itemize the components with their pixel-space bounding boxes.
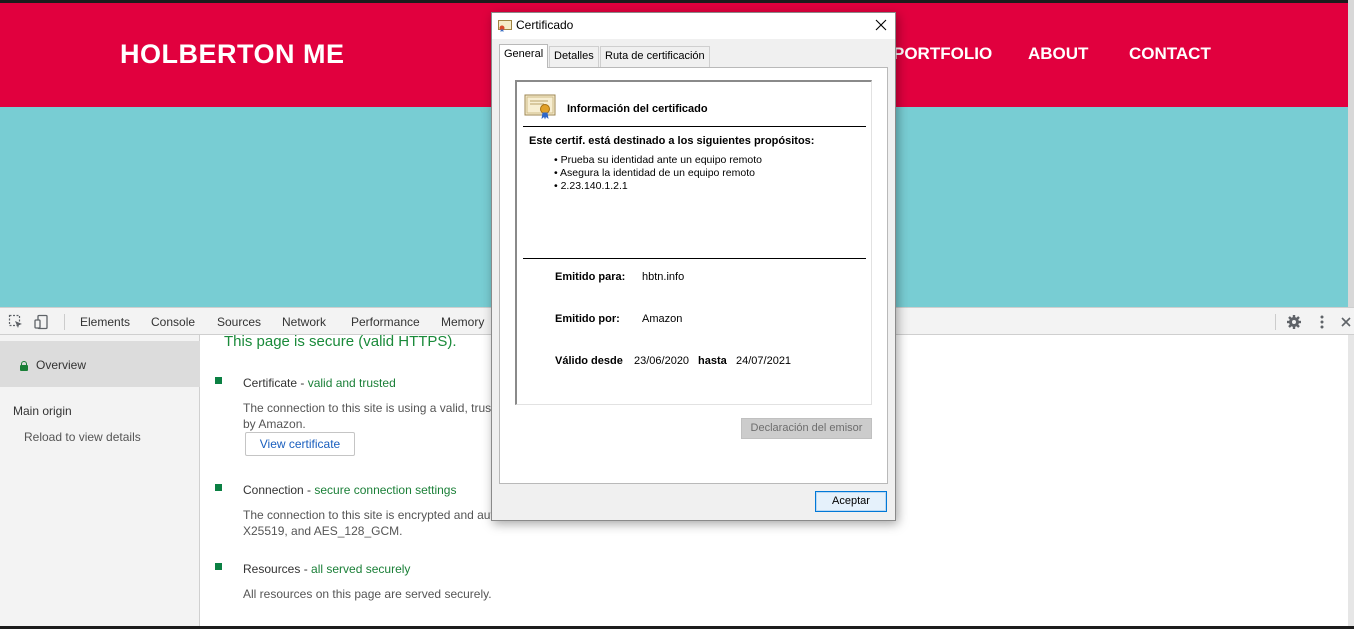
valid-to-value: 24/07/2021 [736, 355, 792, 367]
issued-by-label: Emitido por: [555, 313, 620, 325]
screen: HOLBERTON ME PORTFOLIO ABOUT CONTACT Ele… [0, 0, 1354, 629]
device-toggle-icon[interactable] [34, 314, 50, 330]
devtools-scrollbar[interactable] [1348, 335, 1354, 629]
main-origin-heading: Main origin [13, 404, 72, 418]
tab-performance[interactable]: Performance [351, 315, 420, 329]
close-icon[interactable] [1338, 314, 1354, 330]
connection-description: The connection to this site is encrypted… [243, 508, 494, 522]
certificate-description-2: by Amazon. [243, 417, 306, 431]
more-vert-icon[interactable] [1314, 314, 1330, 330]
tab-general[interactable]: General [499, 44, 549, 68]
security-summary-title: This page is secure (valid HTTPS). [224, 333, 457, 350]
tab-ruta-certificacion[interactable]: Ruta de certificación [600, 46, 710, 67]
certificate-small-icon [498, 19, 512, 32]
dialog-title: Certificado [516, 18, 574, 32]
certificate-heading: Certificate - valid and trusted [243, 376, 396, 390]
connection-heading: Connection - secure connection settings [243, 483, 457, 497]
resources-heading: Resources - all served securely [243, 562, 411, 576]
accept-button[interactable]: Aceptar [815, 491, 887, 512]
certificate-icon [524, 94, 556, 120]
lock-icon [20, 361, 28, 371]
divider [523, 126, 866, 127]
settings-gear-icon[interactable] [1286, 314, 1302, 330]
nav-portfolio[interactable]: PORTFOLIO [893, 44, 992, 64]
issuer-statement-button[interactable]: Declaración del emisor [741, 418, 872, 439]
sidebar-item-overview[interactable]: Overview [0, 341, 200, 387]
toolbar-separator [64, 314, 65, 330]
valid-from-value: 23/06/2020 [634, 355, 690, 367]
divider [523, 258, 866, 259]
certificate-info-title: Información del certificado [567, 103, 708, 115]
view-certificate-button[interactable]: View certificate [245, 432, 355, 456]
certificate-description: The connection to this site is using a v… [243, 401, 495, 415]
tab-sources[interactable]: Sources [217, 315, 261, 329]
purpose-item: • Asegura la identidad de un equipo remo… [554, 167, 755, 179]
issued-to-label: Emitido para: [555, 271, 626, 283]
tab-console[interactable]: Console [151, 315, 195, 329]
certificate-dialog: Certificado General Detalles Ruta de cer… [491, 12, 896, 521]
nav-about[interactable]: ABOUT [1028, 44, 1088, 64]
tab-memory[interactable]: Memory [441, 315, 484, 329]
site-logo[interactable]: HOLBERTON ME [120, 39, 345, 70]
connection-status-bullet [215, 484, 222, 491]
nav-contact[interactable]: CONTACT [1129, 44, 1211, 64]
sidebar-item-label: Overview [36, 358, 87, 372]
toolbar-separator [1275, 314, 1276, 330]
certificate-info-box: Información del certificado Este certif.… [515, 80, 872, 405]
dialog-close-button[interactable] [871, 15, 891, 35]
select-element-icon[interactable] [8, 314, 24, 330]
tab-elements[interactable]: Elements [80, 315, 130, 329]
purpose-item: • 2.23.140.1.2.1 [554, 180, 628, 192]
valid-to-label: hasta [698, 355, 727, 367]
connection-status[interactable]: secure connection settings [314, 483, 456, 497]
page-scrollbar[interactable] [1348, 0, 1354, 307]
reload-hint: Reload to view details [24, 430, 141, 444]
issued-by-value: Amazon [642, 313, 683, 325]
purposes-heading: Este certif. está destinado a los siguie… [529, 135, 815, 147]
issued-to-value: hbtn.info [642, 271, 685, 283]
resources-status: all served securely [311, 562, 411, 576]
connection-description-2: X25519, and AES_128_GCM. [243, 524, 403, 538]
valid-from-label: Válido desde [555, 355, 623, 367]
certificate-status-bullet [215, 377, 222, 384]
dialog-titlebar[interactable]: Certificado [492, 13, 895, 39]
tab-network[interactable]: Network [282, 315, 326, 329]
security-sidebar: Overview Main origin Reload to view deta… [0, 335, 200, 629]
certificate-status: valid and trusted [307, 376, 396, 390]
tab-detalles[interactable]: Detalles [549, 46, 599, 67]
purpose-item: • Prueba su identidad ante un equipo rem… [554, 154, 762, 166]
resources-status-bullet [215, 563, 222, 570]
resources-description: All resources on this page are served se… [243, 587, 492, 601]
